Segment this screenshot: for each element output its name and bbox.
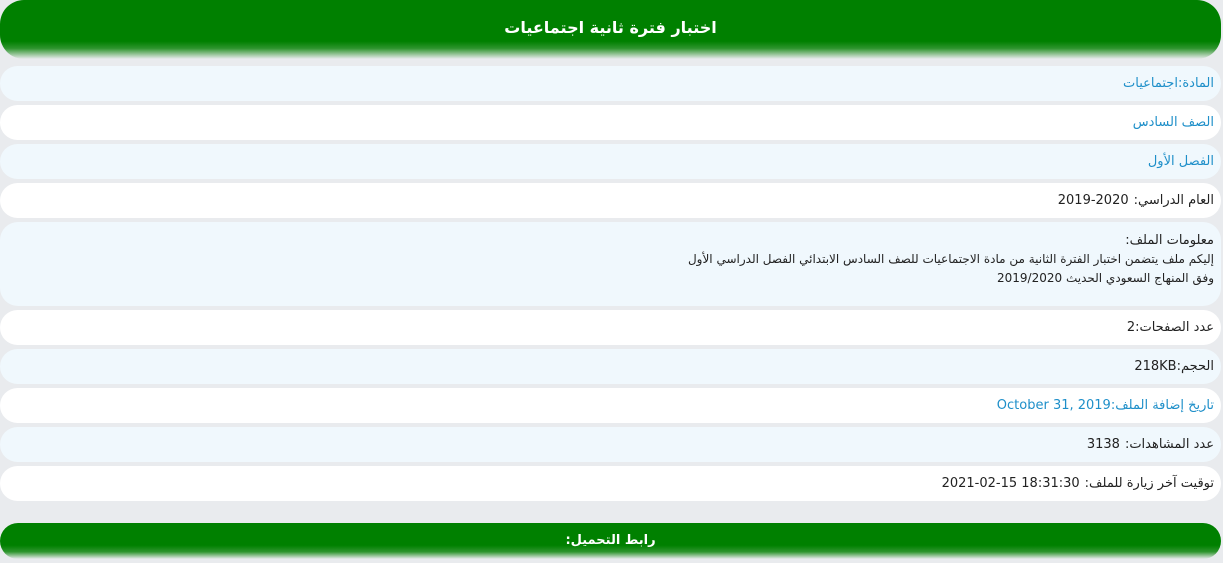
download-link-label[interactable]: رابط التحميل: bbox=[565, 533, 655, 548]
semester-row[interactable]: الفصل الأول bbox=[0, 144, 1221, 179]
last-visit-label: توقيت آخر زيارة للملف: bbox=[1084, 476, 1214, 491]
academic-year-label: العام الدراسي: bbox=[1133, 193, 1214, 208]
date-added-label[interactable]: تاريخ إضافة الملف: bbox=[1111, 398, 1214, 413]
subject-link[interactable]: المادة:اجتماعيات bbox=[1123, 76, 1214, 91]
last-visit-value: 2021-02-15 18:31:30 bbox=[941, 476, 1080, 491]
academic-year-value: 2019-2020 bbox=[1057, 193, 1129, 208]
page-title: اختبار فترة ثانية اجتماعيات bbox=[504, 18, 717, 37]
semester-link[interactable]: الفصل الأول bbox=[1148, 154, 1214, 169]
file-info-line-2: وفق المنهاج السعودي الحديث 2019/2020 bbox=[997, 271, 1214, 285]
view-count-label: عدد المشاهدات: bbox=[1124, 437, 1214, 452]
details-list: المادة:اجتماعيات الصف السادس الفصل الأول… bbox=[0, 66, 1221, 505]
file-info-label: معلومات الملف: bbox=[1125, 233, 1214, 248]
view-count-row: عدد المشاهدات: 3138 bbox=[0, 427, 1221, 462]
grade-row[interactable]: الصف السادس bbox=[0, 105, 1221, 140]
academic-year-row: العام الدراسي: 2019-2020 bbox=[0, 183, 1221, 218]
page-count-row: عدد الصفحات: 2 bbox=[0, 310, 1221, 345]
title-bar: اختبار فترة ثانية اجتماعيات bbox=[0, 0, 1221, 59]
page-count-label: عدد الصفحات: bbox=[1135, 320, 1214, 335]
last-visit-row: توقيت آخر زيارة للملف: 2021-02-15 18:31:… bbox=[0, 466, 1221, 501]
file-info-row: معلومات الملف: إليكم ملف يتضمن اختبار ال… bbox=[0, 222, 1221, 306]
download-bar[interactable]: رابط التحميل: bbox=[0, 523, 1221, 559]
page-count-value: 2 bbox=[1126, 320, 1136, 335]
file-size-row: الحجم: 218KB bbox=[0, 349, 1221, 384]
date-added-row[interactable]: تاريخ إضافة الملف: October 31, 2019 bbox=[0, 388, 1221, 423]
date-added-value[interactable]: October 31, 2019 bbox=[997, 398, 1111, 413]
file-info-line-1: إليكم ملف يتضمن اختبار الفترة الثانية من… bbox=[687, 252, 1214, 266]
file-size-label: الحجم: bbox=[1176, 359, 1214, 374]
view-count-value: 3138 bbox=[1086, 437, 1120, 452]
subject-row[interactable]: المادة:اجتماعيات bbox=[0, 66, 1221, 101]
grade-link[interactable]: الصف السادس bbox=[1133, 115, 1214, 130]
file-details-page: اختبار فترة ثانية اجتماعيات المادة:اجتما… bbox=[0, 0, 1223, 563]
file-size-value: 218KB bbox=[1134, 359, 1177, 374]
